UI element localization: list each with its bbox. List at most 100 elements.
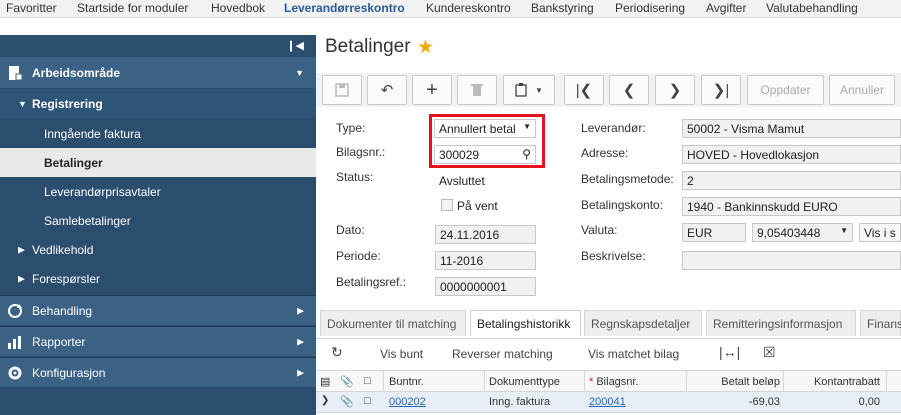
sidebar-item-processing[interactable]: Behandling ▶ [0,295,316,325]
chevron-down-icon: ▼ [18,98,27,109]
top-menu-accounts-receivable[interactable]: Kundereskontro [426,1,511,15]
favorite-star-icon[interactable]: ★ [417,36,434,59]
last-icon: ❯| [712,82,730,99]
description-label: Beskrivelse: [581,249,646,263]
sidebar-item-configuration[interactable]: Konfigurasjon ▶ [0,357,316,387]
status-value: Avsluttet [439,174,485,188]
currency-field: EUR [682,223,746,242]
undo-icon: ↶ [380,82,394,99]
sidebar-item-batch-payments[interactable]: Samlebetalinger [0,206,316,235]
caret-down-icon: ▼ [535,85,543,95]
top-menu-bank[interactable]: Bankstyring [531,1,594,15]
sidebar-item-price-agreements[interactable]: Leverandørprisavtaler [0,177,316,206]
save-button[interactable] [322,75,362,105]
first-record-button[interactable]: |❮ [564,75,604,105]
top-menu: Favoritter Startside for moduler Hovedbo… [0,0,901,18]
show-batch-button[interactable]: Vis bunt [380,347,423,361]
sidebar-item-label: Vedlikehold [32,242,94,257]
tab-remittance-info[interactable]: Remitteringsinformasjon [706,310,856,336]
sidebar-collapse-bar[interactable]: ❙◀ [0,35,316,57]
show-matched-voucher-button[interactable]: Vis matchet bilag [588,347,679,361]
last-record-button[interactable]: ❯| [701,75,741,105]
top-menu-taxes[interactable]: Avgifter [706,1,746,15]
main-content: Betalinger ★ ↶ + ▼ |❮ ❮ ❯ ❯| Oppdater An… [316,18,901,415]
top-menu-currency[interactable]: Valutabehandling [766,1,858,15]
payment-account-field: 1940 - Bankinnskudd EURO [682,197,901,216]
add-button[interactable]: + [412,75,452,105]
payment-history-grid: ▤ 📎 □ Buntnr. Dokumenttype * Bilagsnr. B… [316,370,901,415]
note-icon: □ [364,395,371,407]
currency-label: Valuta: [581,223,618,237]
fit-columns-icon[interactable]: |↔| [719,344,740,360]
col-doctype-header[interactable]: Dokumenttype [489,376,560,388]
payment-account-label: Betalingskonto: [581,198,664,212]
attachment-icon: 📎 [340,376,354,388]
tab-documents-to-match[interactable]: Dokumenter til matching [320,310,466,336]
update-button[interactable]: Oppdater [747,75,824,105]
exchange-rate-select[interactable]: 9,05403448 ▼ [752,223,853,242]
tab-accounting-details[interactable]: Regnskapsdetaljer [584,310,702,336]
top-menu-accounts-payable[interactable]: Leverandørreskontro [284,1,405,15]
sidebar-item-payments[interactable]: Betalinger [0,148,316,177]
address-label: Adresse: [581,146,629,160]
tab-finance[interactable]: Finans [860,310,901,336]
batch-link[interactable]: 000202 [389,396,426,408]
refresh-icon[interactable]: ↻ [331,344,343,361]
row-menu-icon[interactable]: ▤ [320,375,330,388]
chevron-down-icon: ▼ [840,226,848,235]
chevron-right-icon: ▶ [18,273,25,283]
on-hold-checkbox[interactable] [441,199,453,211]
exchange-rate-value: 9,05403448 [757,226,821,240]
floppy-disk-icon [335,83,349,97]
col-paid-header[interactable]: Betalt beløp [696,376,780,388]
top-menu-accruals[interactable]: Periodisering [615,1,685,15]
sidebar-item-label: Betalinger [44,155,103,170]
previous-record-button[interactable]: ❮ [609,75,649,105]
sidebar-item-label: Rapporter [32,334,86,349]
reverse-matching-button[interactable]: Reverser matching [452,347,553,361]
col-batch-header[interactable]: Buntnr. [389,376,424,388]
sidebar-item-label: Inngående faktura [44,126,141,141]
voucher-link[interactable]: 200041 [589,396,626,408]
sidebar-item-label: Konfigurasjon [32,365,106,380]
address-field: HOVED - Hovedlokasjon [682,145,901,164]
sidebar-item-incoming-invoice[interactable]: Inngående faktura [0,119,316,148]
grid-header: ▤ 📎 □ Buntnr. Dokumenttype * Bilagsnr. B… [316,370,901,393]
document-icon [9,65,23,80]
voucher-label: Bilagsnr.: [336,145,386,159]
sidebar-item-inquiries[interactable]: ▶ Forespørsler [0,264,316,293]
description-field[interactable] [682,251,901,270]
chevron-down-icon: ▼ [295,67,304,78]
col-discount-header[interactable]: Kontantrabatt [786,376,880,388]
plus-icon: + [426,78,438,101]
bar-chart-icon [8,335,21,349]
sidebar-item-maintenance[interactable]: ▶ Vedlikehold [0,235,316,264]
sidebar-item-label: Forespørsler [32,271,101,286]
col-voucher-header[interactable]: * Bilagsnr. [589,376,639,388]
sidebar-item-reports[interactable]: Rapporter ▶ [0,326,316,356]
delete-button[interactable] [457,75,497,105]
sidebar-item-workspace[interactable]: Arbeidsområde ▼ [0,57,316,88]
undo-button[interactable]: ↶ [367,75,407,105]
top-menu-module-start[interactable]: Startside for moduler [77,1,188,15]
collapse-left-icon[interactable]: ❙◀ [286,39,304,52]
cancel-button[interactable]: Annuller [829,75,895,105]
payment-ref-label: Betalingsref.: [336,275,407,289]
chevron-right-icon: ▶ [297,367,304,377]
page-title: Betalinger [325,36,411,57]
sidebar-item-label: Leverandørprisavtaler [44,184,161,199]
highlight-box [429,114,545,168]
table-row[interactable]: ❯ 📎 □ 000202 Inng. faktura 200041 -69,03… [316,392,901,413]
export-excel-icon[interactable]: ☒ [763,344,776,361]
tab-payment-history[interactable]: Betalingshistorikk [470,310,581,336]
copy-paste-button[interactable]: ▼ [503,75,555,105]
top-menu-favorites[interactable]: Favoritter [6,1,57,15]
supplier-field: 50002 - Visma Mamut [682,119,901,138]
paid-amount-cell: -69,03 [748,396,780,408]
top-menu-general-ledger[interactable]: Hovedbok [211,1,265,15]
clipboard-icon [515,83,527,97]
main-toolbar: ↶ + ▼ |❮ ❮ ❯ ❯| Oppdater Annuller [316,73,901,107]
show-in-button[interactable]: Vis i s [859,223,901,242]
next-record-button[interactable]: ❯ [655,75,695,105]
sidebar-item-registration[interactable]: ▼ Registrering [0,89,316,118]
